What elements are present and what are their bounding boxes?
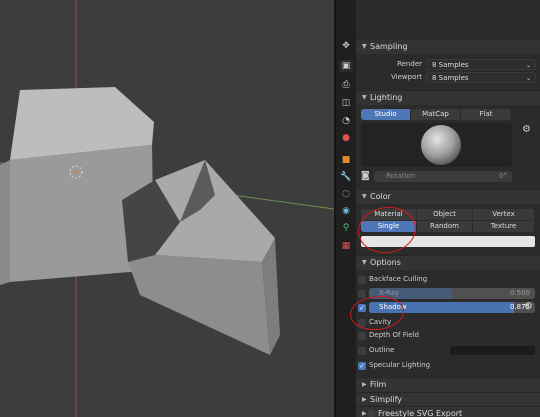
shadow-settings-gear-icon[interactable]: ⚙	[524, 302, 533, 312]
color-texture-button[interactable]: Texture	[473, 221, 535, 232]
tool-tab-icon[interactable]: ✥	[339, 40, 353, 52]
world-tab-icon[interactable]: ●	[339, 132, 353, 144]
studio-light-settings-gear-icon[interactable]: ⚙	[522, 125, 531, 135]
expand-arrow-icon: ▼	[362, 193, 367, 200]
world-space-lighting-icon[interactable]: ◙	[361, 171, 370, 181]
viewport-label: Viewport	[391, 73, 422, 81]
backface-culling-label: Backface Culling	[369, 275, 428, 283]
view-layer-tab-icon[interactable]: ◫	[339, 97, 353, 109]
physics-tab-icon[interactable]: ◉	[339, 205, 353, 217]
color-random-button[interactable]: Random	[417, 221, 473, 232]
object-tab-icon[interactable]: ■	[339, 154, 353, 166]
xray-checkbox[interactable]	[358, 290, 366, 298]
collapsed-arrow-icon: ▶	[362, 381, 367, 388]
left-cube-side-face	[0, 160, 10, 285]
sampling-title: Sampling	[370, 42, 408, 51]
color-vertex-button[interactable]: Vertex	[473, 209, 535, 220]
film-panel-header[interactable]: ▶ Film	[356, 377, 540, 392]
studiolight-preview[interactable]	[361, 123, 512, 167]
color-title: Color	[370, 192, 391, 201]
lighting-rotation-field[interactable]: Rotation 0°	[374, 171, 512, 182]
modifier-tab-icon[interactable]: 🔧	[339, 171, 353, 183]
xray-value: 0.500	[509, 289, 530, 297]
collapsed-arrow-icon: ▶	[362, 410, 367, 417]
outline-label: Outline	[369, 346, 395, 354]
simplify-title: Simplify	[370, 395, 403, 404]
particles-tab-icon[interactable]: ◌	[339, 188, 353, 200]
lighting-studio-button[interactable]: Studio	[361, 109, 411, 120]
freestyle-title: Freestyle SVG Export	[378, 409, 463, 417]
rotation-value: 0°	[499, 172, 507, 180]
right-cube-front-face	[128, 255, 270, 355]
viewport-samples-value: 8 Samples	[432, 74, 469, 82]
expand-arrow-icon: ▼	[362, 94, 367, 101]
expand-arrow-icon: ▼	[362, 259, 367, 266]
specular-lighting-label: Specular Lighting	[369, 361, 431, 369]
render-samples-dropdown[interactable]: 8 Samples ⌄	[426, 59, 536, 70]
viewport-scene	[0, 0, 334, 417]
freestyle-panel-header[interactable]: ▶ Freestyle SVG Export	[356, 406, 540, 417]
color-object-button[interactable]: Object	[417, 209, 473, 220]
options-title: Options	[370, 258, 401, 267]
properties-tab-bar: ✥ ▣ ⎙ ◫ ◔ ● ■ 🔧 ◌ ◉ ⚲ ▦	[336, 0, 356, 417]
sampling-panel-header[interactable]: ▼ Sampling	[356, 39, 540, 54]
lighting-matcap-button[interactable]: MatCap	[411, 109, 461, 120]
specular-lighting-checkbox[interactable]: ✓	[358, 362, 366, 370]
expand-arrow-icon: ▼	[362, 43, 367, 50]
simplify-panel-header[interactable]: ▶ Simplify	[356, 392, 540, 407]
render-tab-icon[interactable]: ▣	[339, 60, 353, 72]
lighting-panel-header[interactable]: ▼ Lighting	[356, 90, 540, 105]
color-panel-header[interactable]: ▼ Color	[356, 189, 540, 204]
render-samples-value: 8 Samples	[432, 61, 469, 69]
3d-viewport[interactable]	[0, 0, 334, 417]
options-panel-header[interactable]: ▼ Options	[356, 255, 540, 270]
xray-slider[interactable]: X-Ray 0.500	[369, 288, 535, 299]
collapsed-arrow-icon: ▶	[362, 396, 367, 403]
film-title: Film	[370, 380, 387, 389]
studiolight-sphere-icon	[421, 125, 461, 165]
chevron-down-icon: ⌄	[525, 75, 531, 82]
constraints-tab-icon[interactable]: ⚲	[339, 222, 353, 234]
outline-color-swatch[interactable]	[450, 346, 535, 355]
chevron-down-icon: ⌄	[525, 62, 531, 69]
lighting-flat-button[interactable]: Flat	[461, 109, 512, 120]
depth-of-field-checkbox[interactable]	[358, 332, 366, 340]
origin-dot	[74, 170, 78, 174]
depth-of-field-label: Depth Of Field	[369, 331, 419, 339]
rotation-label: Rotation	[386, 172, 416, 180]
backface-culling-checkbox[interactable]	[358, 276, 366, 284]
render-label: Render	[397, 60, 422, 68]
viewport-samples-dropdown[interactable]: 8 Samples ⌄	[426, 72, 536, 83]
material-tab-icon[interactable]: ▦	[339, 240, 353, 252]
freestyle-enable-checkbox[interactable]	[368, 410, 375, 417]
output-tab-icon[interactable]: ⎙	[339, 79, 353, 91]
lighting-title: Lighting	[370, 93, 403, 102]
scene-tab-icon[interactable]: ◔	[339, 115, 353, 127]
outline-checkbox[interactable]	[358, 347, 366, 355]
